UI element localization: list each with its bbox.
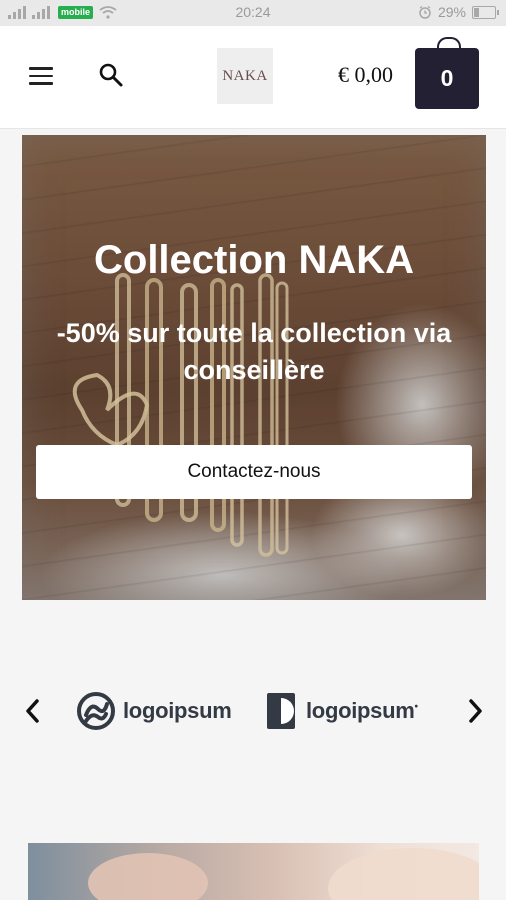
brand-carousel: logoipsum logoipsum• bbox=[0, 604, 506, 840]
status-bar: mobile 20:24 29% bbox=[0, 0, 506, 26]
hero-banner: Collection NAKA -50% sur toute la collec… bbox=[22, 135, 486, 600]
site-logo[interactable]: NAKA bbox=[217, 48, 273, 104]
brand-name: logoipsum bbox=[123, 698, 232, 723]
logoipsum-circle-icon bbox=[77, 692, 115, 730]
hero-title: Collection NAKA bbox=[94, 238, 414, 282]
alarm-icon bbox=[419, 5, 431, 19]
site-header: NAKA € 0,00 0 bbox=[0, 26, 506, 129]
face-shape bbox=[328, 848, 479, 900]
cart-count: 0 bbox=[440, 65, 454, 91]
logoipsum-halfcircle-icon bbox=[267, 693, 295, 729]
hero-subtitle: -50% sur toute la collection via conseil… bbox=[56, 318, 452, 385]
chevron-right-icon[interactable] bbox=[463, 696, 487, 726]
hand-shape bbox=[88, 853, 208, 900]
brand-logo-2[interactable]: logoipsum• bbox=[266, 692, 418, 730]
product-image[interactable] bbox=[28, 843, 479, 900]
brand-logo-1[interactable]: logoipsum bbox=[77, 692, 232, 730]
brand-name-text: logoipsum bbox=[306, 698, 415, 723]
battery-icon bbox=[472, 5, 499, 19]
contact-button[interactable]: Contactez-nous bbox=[36, 445, 472, 499]
cart-total: € 0,00 bbox=[338, 62, 393, 87]
brand-mark: • bbox=[414, 701, 419, 713]
status-right: 29% bbox=[418, 4, 499, 20]
chevron-left-icon[interactable] bbox=[21, 696, 45, 726]
menu-icon[interactable] bbox=[29, 67, 53, 87]
battery-percent: 29% bbox=[437, 4, 466, 20]
brand-name: logoipsum• bbox=[306, 698, 418, 724]
cart-button[interactable]: 0 bbox=[415, 48, 479, 109]
search-icon[interactable] bbox=[98, 62, 124, 88]
